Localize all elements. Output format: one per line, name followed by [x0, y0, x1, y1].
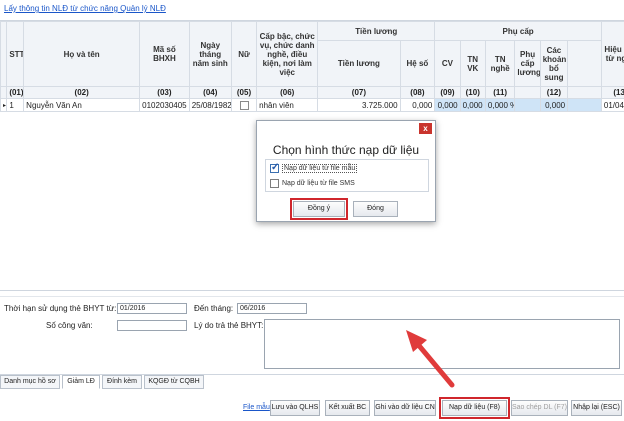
- save-to-records-button[interactable]: Lưu vào QLHS: [270, 400, 320, 416]
- col-number: (03): [139, 86, 190, 99]
- col-header-effective-date: Hiệu lực từ ngày: [600, 21, 624, 87]
- dispatch-number-input[interactable]: [117, 320, 187, 331]
- close-icon[interactable]: x: [419, 123, 432, 134]
- col-number: (10): [459, 86, 486, 99]
- col-number: (06): [256, 86, 319, 99]
- cell-tn-nghe[interactable]: 0,000 %: [484, 98, 516, 112]
- option-label: Nạp dữ liệu từ file mẫu: [282, 164, 358, 173]
- col-header-tn-vk: TN VK: [459, 40, 486, 87]
- col-header-stt: STT: [6, 21, 25, 87]
- cell-birth-date[interactable]: 25/08/1982: [188, 98, 232, 112]
- col-header-cv: CV: [434, 40, 461, 87]
- col-header-salary: Tiền lương: [317, 40, 401, 87]
- col-header-salary-group: Tiền lương: [317, 21, 436, 41]
- option-load-from-sms[interactable]: Nạp dữ liệu từ file SMS: [270, 179, 355, 188]
- col-header-name: Họ và tên: [23, 21, 141, 87]
- cell-coefficient[interactable]: 0,000: [399, 98, 436, 112]
- col-header-allowance-group: Phụ cấp: [434, 21, 602, 41]
- col-number: (08): [399, 86, 436, 99]
- female-checkbox[interactable]: [239, 100, 249, 110]
- template-file-link[interactable]: File mẫu: [243, 404, 270, 411]
- col-header-position: Cấp bậc, chức vụ, chức danh nghề, điều k…: [256, 21, 319, 87]
- reason-textarea[interactable]: [264, 319, 620, 369]
- bhyt-from-label: Thời hạn sử dụng thẻ BHYT từ:: [4, 304, 117, 313]
- cell-cv[interactable]: 0,000: [434, 98, 461, 112]
- reset-button[interactable]: Nhập lại (ESC): [571, 400, 622, 416]
- cell-position[interactable]: nhân viên: [256, 98, 319, 112]
- col-number: (05): [230, 86, 258, 99]
- cell-social-insurance-id[interactable]: 0102030405: [139, 98, 190, 112]
- cell-female[interactable]: [230, 98, 258, 112]
- col-number: (13): [600, 86, 624, 99]
- cell-tn-vk[interactable]: 0,000 %: [459, 98, 486, 112]
- table-row[interactable]: ▸ 1 Nguyễn Văn An 0102030405 25/08/1982 …: [0, 98, 624, 112]
- load-options-group: Nạp dữ liệu từ file mẫu Nạp dữ liệu từ f…: [265, 159, 429, 192]
- cell-blank[interactable]: [567, 98, 602, 112]
- cell-additional[interactable]: 0,000: [539, 98, 569, 112]
- col-header-blank: [567, 40, 602, 87]
- tab-results[interactable]: KQGĐ từ CQBH: [144, 375, 204, 389]
- col-number: (01): [6, 86, 25, 99]
- dialog-title: Chọn hình thức nạp dữ liệu: [272, 143, 420, 157]
- tab-document-list[interactable]: Danh mục hồ sơ: [0, 375, 60, 389]
- sms-checkbox[interactable]: [270, 179, 279, 188]
- cell-salary-allowance[interactable]: [514, 98, 541, 112]
- load-method-dialog: x Chọn hình thức nạp dữ liệu Nạp dữ liệu…: [256, 120, 436, 222]
- col-number: (02): [23, 86, 141, 99]
- col-number: [567, 86, 602, 99]
- col-header-female: Nữ: [230, 21, 258, 87]
- col-number: (09): [434, 86, 461, 99]
- template-checkbox[interactable]: [270, 162, 279, 173]
- tab-attachments[interactable]: Đính kèm: [102, 375, 142, 389]
- cell-name[interactable]: Nguyễn Văn An: [23, 98, 141, 112]
- cell-stt[interactable]: 1: [6, 98, 25, 112]
- col-header-birth-date: Ngày tháng năm sinh: [188, 21, 232, 87]
- col-header-social-insurance-id: Mã số BHXH: [139, 21, 190, 87]
- col-number: [514, 86, 541, 99]
- col-header-tn-nghe: TN nghề: [484, 40, 516, 87]
- dialog-close-button[interactable]: Đóng: [353, 201, 398, 217]
- to-month-input[interactable]: 06/2016: [237, 303, 307, 314]
- option-load-from-template[interactable]: Nạp dữ liệu từ file mẫu: [270, 162, 358, 173]
- to-month-label: Đến tháng:: [194, 304, 234, 313]
- write-data-button[interactable]: Ghi vào dữ liệu CN: [374, 400, 436, 416]
- bhyt-from-input[interactable]: 01/2016: [117, 303, 187, 314]
- col-header-salary-allowance: Phụ cấp lương: [514, 40, 541, 87]
- col-number: (11): [484, 86, 516, 99]
- cell-salary[interactable]: 3.725.000: [317, 98, 401, 112]
- col-number: (12): [539, 86, 569, 99]
- col-header-additional: Các khoản bổ sung: [539, 40, 569, 87]
- divider: [0, 290, 624, 291]
- divider: [0, 296, 624, 297]
- agree-highlight-box: [290, 198, 348, 220]
- cell-effective-date[interactable]: 01/04/2...: [600, 98, 624, 112]
- dispatch-number-label: Số công văn:: [46, 321, 93, 330]
- action-bar: File mẫu Lưu vào QLHS Kết xuất BC Ghi và…: [0, 395, 624, 421]
- col-header-coefficient: Hệ số: [399, 40, 436, 87]
- tab-reduce-labor[interactable]: Giảm LĐ: [62, 375, 100, 389]
- load-data-highlight-box: [439, 397, 510, 419]
- option-label: Nạp dữ liệu từ file SMS: [282, 180, 355, 187]
- load-employee-info-link[interactable]: Lấy thông tin NLĐ từ chức năng Quản lý N…: [4, 4, 166, 13]
- copy-data-button[interactable]: Sao chép DL (F7): [511, 400, 568, 416]
- tab-bar: Danh mục hồ sơ Giảm LĐ Đính kèm KQGĐ từ …: [0, 374, 624, 389]
- col-number: (04): [188, 86, 232, 99]
- export-report-button[interactable]: Kết xuất BC: [325, 400, 370, 416]
- reason-label: Lý do trả thẻ BHYT:: [194, 321, 264, 330]
- col-number: (07): [317, 86, 401, 99]
